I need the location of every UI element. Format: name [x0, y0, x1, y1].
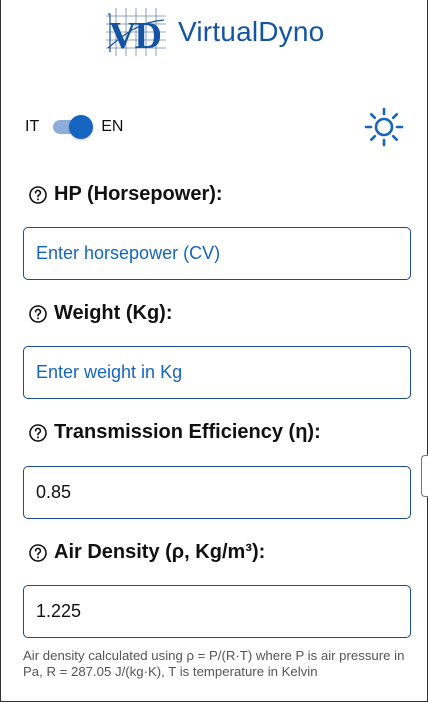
- help-circle-icon[interactable]: [28, 304, 48, 324]
- logo-mark-text: VD: [109, 15, 160, 56]
- hp-label-text: HP (Horsepower):: [54, 183, 223, 205]
- language-it-label: IT: [25, 118, 40, 135]
- sun-icon: [364, 107, 404, 147]
- help-circle-icon[interactable]: [28, 423, 48, 443]
- air-density-input[interactable]: [23, 585, 411, 638]
- help-circle-icon[interactable]: [28, 543, 48, 563]
- language-switch: IT EN: [25, 112, 123, 142]
- scroll-handle[interactable]: [421, 455, 428, 497]
- theme-toggle-button[interactable]: [364, 107, 404, 147]
- air-density-label: Air Density (ρ, Kg/m³):: [28, 541, 265, 564]
- language-en-label: EN: [101, 118, 124, 135]
- hp-label: HP (Horsepower):: [28, 183, 223, 206]
- weight-label-text: Weight (Kg):: [54, 302, 173, 324]
- transmission-efficiency-label-text: Transmission Efficiency (η):: [54, 421, 321, 443]
- air-density-hint: Air density calculated using ρ = P/(R·T)…: [23, 648, 405, 679]
- weight-input[interactable]: [23, 346, 411, 399]
- toggle-thumb: [69, 115, 94, 139]
- air-density-label-text: Air Density (ρ, Kg/m³):: [54, 541, 266, 563]
- transmission-efficiency-label: Transmission Efficiency (η):: [28, 421, 321, 444]
- vd-logo-icon: VD: [106, 8, 166, 56]
- help-circle-icon[interactable]: [28, 185, 48, 205]
- hp-input[interactable]: [23, 227, 411, 280]
- language-toggle[interactable]: [53, 114, 95, 140]
- app-title: VirtualDyno: [178, 16, 325, 47]
- weight-label: Weight (Kg):: [28, 302, 173, 325]
- app-logo: VD VirtualDyno: [106, 8, 324, 56]
- transmission-efficiency-input[interactable]: [23, 466, 411, 519]
